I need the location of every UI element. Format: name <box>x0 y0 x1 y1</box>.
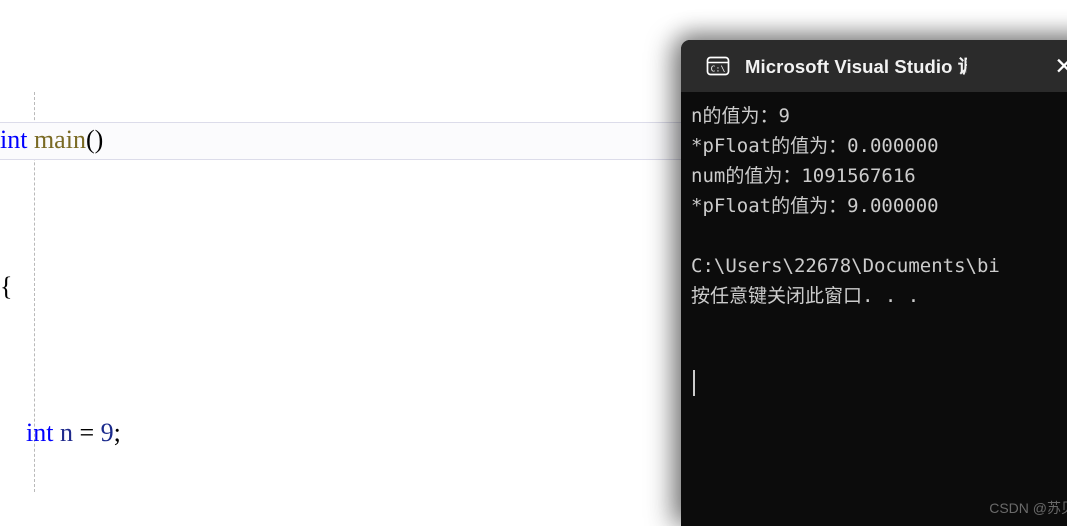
debug-console-window[interactable]: C:\ Microsoft Visual Studio 调试控制台 ✕ n的值为… <box>681 40 1067 526</box>
token-keyword-int: int <box>0 124 28 154</box>
console-output-path-line: C:\Users\22678\Documents\bi <box>691 255 1000 277</box>
console-output-blank-line <box>691 221 1067 251</box>
token-var-n: n <box>59 418 73 447</box>
console-output-line: n的值为：9 <box>691 105 790 127</box>
svg-text:C:\: C:\ <box>711 63 726 73</box>
console-titlebar[interactable]: C:\ Microsoft Visual Studio 调试控制台 ✕ <box>681 40 1067 92</box>
close-icon[interactable]: ✕ <box>1051 53 1067 79</box>
text-cursor <box>693 370 695 396</box>
token-keyword-int: int <box>26 418 54 447</box>
csdn-watermark: CSDN @苏贝贝 <box>989 500 1067 516</box>
console-output-area[interactable]: n的值为：9 *pFloat的值为：0.000000 num的值为：109156… <box>681 92 1067 526</box>
token-assign: = <box>79 418 95 447</box>
console-output-line: *pFloat的值为：9.000000 <box>691 195 939 217</box>
console-window-title: Microsoft Visual Studio 调试控制台 <box>745 56 967 77</box>
console-output-line: num的值为：1091567616 <box>691 165 916 187</box>
token-semicolon: ; <box>113 418 121 447</box>
console-output-line: *pFloat的值为：0.000000 <box>691 135 939 157</box>
console-output-prompt-line: 按任意键关闭此窗口. . . <box>691 285 920 307</box>
token-number-9: 9 <box>100 418 114 447</box>
token-open-brace: { <box>0 272 13 301</box>
console-app-icon: C:\ <box>705 53 731 79</box>
token-parens: () <box>85 124 104 154</box>
token-function-main: main <box>33 124 86 154</box>
